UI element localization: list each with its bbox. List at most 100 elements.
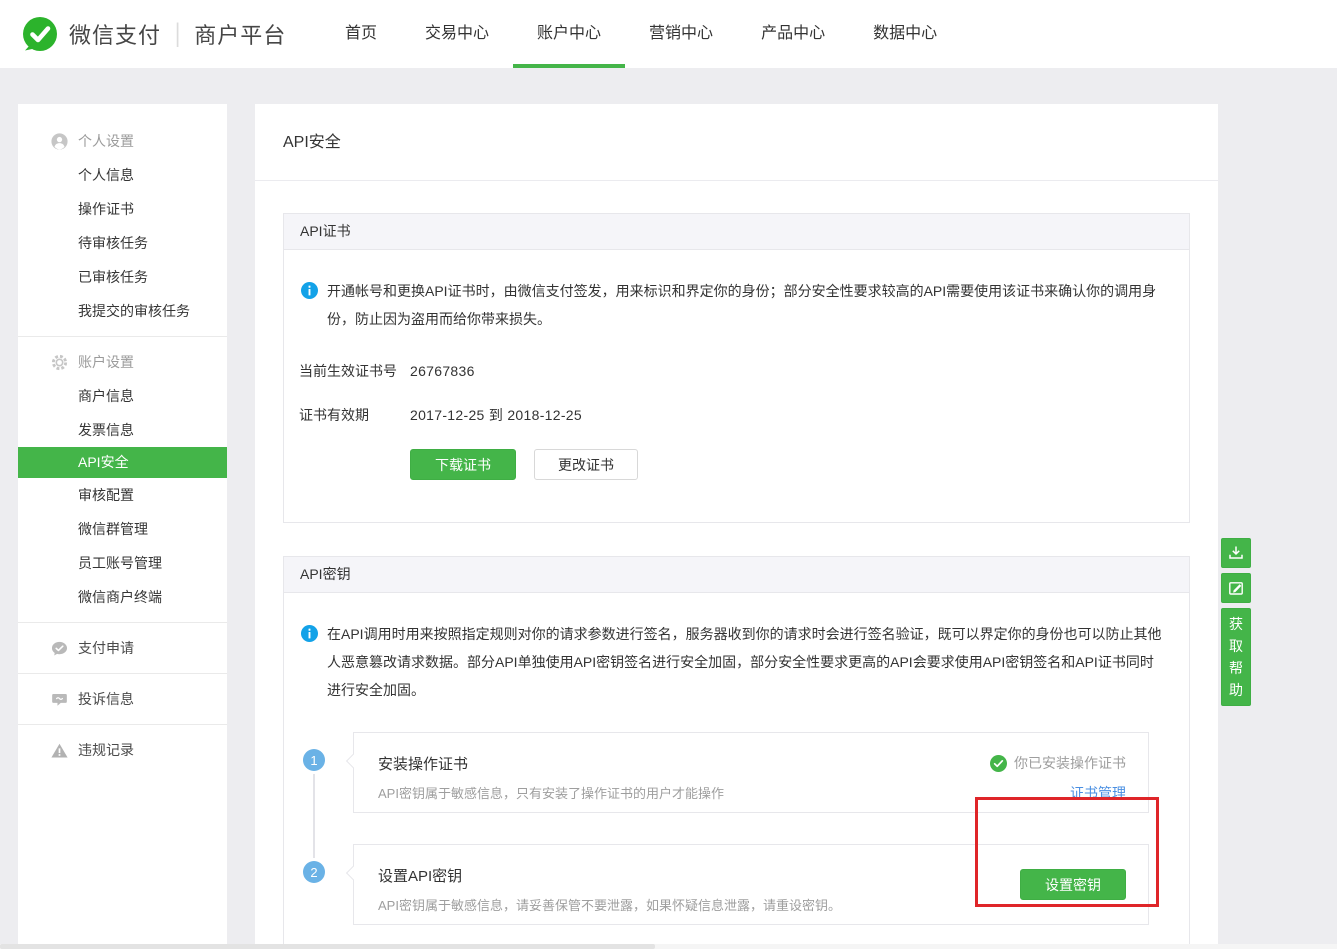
sidebar-item-review-config[interactable]: 审核配置 <box>18 478 227 512</box>
main-panel: API安全 API证书 开通帐号和更换API证书时，由微信支付签发，用来标识和界… <box>255 104 1218 944</box>
cert-validity-label: 证书有效期 <box>299 405 410 425</box>
step-2-badge: 2 <box>303 861 325 883</box>
sidebar-item-wechat-group-mgmt[interactable]: 微信群管理 <box>18 512 227 546</box>
step-1-desc: API密钥属于敏感信息，只有安装了操作证书的用户才能操作 <box>378 783 724 802</box>
cert-buttons-row: 下载证书 更改证书 <box>410 449 1165 522</box>
cert-number-row: 当前生效证书号 26767836 <box>299 361 1165 381</box>
api-cert-card-title: API证书 <box>284 214 1189 250</box>
cert-info-text: 开通帐号和更换API证书时，由微信支付签发，用来标识和界定你的身份；部分安全性要… <box>327 277 1165 333</box>
sidebar-item-violation-records[interactable]: 违规记录 <box>18 733 227 767</box>
get-help-label: 获取帮助 <box>1229 613 1244 701</box>
cert-valid-to: 2018-12-25 <box>507 407 582 423</box>
sidebar-item-label: 支付申请 <box>78 638 134 658</box>
cert-number-label: 当前生效证书号 <box>299 361 410 381</box>
step-install-cert: 1 安装操作证书 API密钥属于敏感信息，只有安装了操作证书的用户才能操作 <box>303 732 1165 813</box>
sidebar-item-operation-cert[interactable]: 操作证书 <box>18 192 227 226</box>
sidebar-group-personal-settings: 个人设置 <box>18 124 227 158</box>
top-nav: 首页 交易中心 账户中心 营销中心 产品中心 数据中心 <box>321 0 961 68</box>
key-info-row: 在API调用时用来按照指定规则对你的请求参数进行签名，服务器收到你的请求时会进行… <box>299 620 1165 704</box>
step-1-side: 你已安装操作证书 证书管理 <box>990 753 1126 812</box>
nav-item-transaction-center[interactable]: 交易中心 <box>401 0 513 68</box>
api-cert-card-body: 开通帐号和更换API证书时，由微信支付签发，用来标识和界定你的身份；部分安全性要… <box>284 250 1189 522</box>
api-key-card-title: API密钥 <box>284 557 1189 593</box>
horizontal-scrollbar[interactable] <box>0 944 1337 949</box>
download-cert-button[interactable]: 下载证书 <box>410 449 516 480</box>
step-1-badge: 1 <box>303 749 325 771</box>
sidebar-group-account-settings: 账户设置 <box>18 345 227 379</box>
step-1-status: 你已安装操作证书 <box>990 753 1126 773</box>
sidebar-group-title: 个人设置 <box>78 131 134 151</box>
top-header: 微信支付 | 商户平台 首页 交易中心 账户中心 营销中心 产品中心 数据中心 <box>0 0 1337 68</box>
nav-item-home[interactable]: 首页 <box>321 0 401 68</box>
step-1-card: 安装操作证书 API密钥属于敏感信息，只有安装了操作证书的用户才能操作 <box>353 732 1149 813</box>
sidebar-divider <box>18 724 227 725</box>
step-2-side: 设置密钥 <box>1020 865 1126 924</box>
info-icon <box>301 625 318 642</box>
sidebar-divider <box>18 673 227 674</box>
sidebar-item-reviewed-tasks[interactable]: 已审核任务 <box>18 260 227 294</box>
sidebar-item-api-security[interactable]: API安全 <box>18 447 227 478</box>
gear-icon <box>51 354 68 371</box>
sidebar-divider <box>18 622 227 623</box>
chat-check-icon <box>51 640 68 657</box>
step-notch <box>346 866 360 880</box>
wechat-pay-logo-icon <box>22 16 58 52</box>
nav-item-marketing-center[interactable]: 营销中心 <box>625 0 737 68</box>
warning-icon <box>51 742 68 759</box>
horizontal-scrollbar-thumb[interactable] <box>0 944 655 949</box>
page-title: API安全 <box>255 104 1218 181</box>
step-1-main: 安装操作证书 API密钥属于敏感信息，只有安装了操作证书的用户才能操作 <box>378 753 724 812</box>
cert-manage-link[interactable]: 证书管理 <box>1070 783 1126 803</box>
api-key-card-body: 在API调用时用来按照指定规则对你的请求参数进行签名，服务器收到你的请求时会进行… <box>284 593 1189 944</box>
sidebar-item-merchant-info[interactable]: 商户信息 <box>18 379 227 413</box>
api-key-card: API密钥 在API调用时用来按照指定规则对你的请求参数进行签名，服务器收到你的… <box>283 556 1190 944</box>
cert-valid-from: 2017-12-25 <box>410 407 485 423</box>
info-icon <box>301 282 318 299</box>
sidebar-item-payment-application[interactable]: 支付申请 <box>18 631 227 665</box>
feedback-tool-button[interactable] <box>1221 573 1251 603</box>
sidebar: 个人设置 个人信息 操作证书 待审核任务 已审核任务 我提交的审核任务 账户设置… <box>18 104 227 944</box>
step-1-title: 安装操作证书 <box>378 753 724 774</box>
brand[interactable]: 微信支付 | 商户平台 <box>22 0 286 68</box>
step-2-desc: API密钥属于敏感信息，请妥善保管不要泄露，如果怀疑信息泄露，请重设密钥。 <box>378 895 841 914</box>
change-cert-button[interactable]: 更改证书 <box>534 449 638 480</box>
step-notch <box>346 754 360 768</box>
nav-item-account-center[interactable]: 账户中心 <box>513 0 625 68</box>
sidebar-item-my-submitted-tasks[interactable]: 我提交的审核任务 <box>18 294 227 328</box>
sidebar-item-wechat-merchant-terminal[interactable]: 微信商户终端 <box>18 580 227 614</box>
sidebar-item-invoice-info[interactable]: 发票信息 <box>18 413 227 447</box>
chat-bubble-icon <box>51 691 68 708</box>
step-1-status-text: 你已安装操作证书 <box>1014 753 1126 773</box>
floating-toolbar: 获取帮助 <box>1221 538 1251 706</box>
brand-product-name: 微信支付 <box>69 18 161 50</box>
sidebar-item-label: 违规记录 <box>78 740 134 760</box>
brand-platform-name: 商户平台 <box>194 18 286 50</box>
sidebar-group-title: 账户设置 <box>78 352 134 372</box>
cert-valid-word: 到 <box>489 407 503 423</box>
step-2-main: 设置API密钥 API密钥属于敏感信息，请妥善保管不要泄露，如果怀疑信息泄露，请… <box>378 865 841 924</box>
check-circle-icon <box>990 755 1007 772</box>
edit-icon <box>1227 579 1245 597</box>
sidebar-item-personal-info[interactable]: 个人信息 <box>18 158 227 192</box>
download-tool-button[interactable] <box>1221 538 1251 568</box>
cert-validity-row: 证书有效期 2017-12-25 到 2018-12-25 <box>299 405 1165 425</box>
set-api-key-button[interactable]: 设置密钥 <box>1020 869 1126 900</box>
sidebar-item-label: 投诉信息 <box>78 689 134 709</box>
key-info-text: 在API调用时用来按照指定规则对你的请求参数进行签名，服务器收到你的请求时会进行… <box>327 620 1165 704</box>
cert-validity-value: 2017-12-25 到 2018-12-25 <box>410 405 582 425</box>
sidebar-item-pending-review-tasks[interactable]: 待审核任务 <box>18 226 227 260</box>
cert-info-row: 开通帐号和更换API证书时，由微信支付签发，用来标识和界定你的身份；部分安全性要… <box>299 277 1165 333</box>
api-cert-card: API证书 开通帐号和更换API证书时，由微信支付签发，用来标识和界定你的身份；… <box>283 213 1190 523</box>
sidebar-item-complaint-info[interactable]: 投诉信息 <box>18 682 227 716</box>
nav-item-product-center[interactable]: 产品中心 <box>737 0 849 68</box>
get-help-button[interactable]: 获取帮助 <box>1221 608 1251 706</box>
key-steps: 1 安装操作证书 API密钥属于敏感信息，只有安装了操作证书的用户才能操作 <box>299 732 1165 944</box>
step-set-api-key: 2 设置API密钥 API密钥属于敏感信息，请妥善保管不要泄露，如果怀疑信息泄露… <box>303 844 1165 925</box>
brand-separator: | <box>175 19 180 49</box>
cert-number-value: 26767836 <box>410 363 475 379</box>
nav-item-data-center[interactable]: 数据中心 <box>849 0 961 68</box>
step-2-card: 设置API密钥 API密钥属于敏感信息，请妥善保管不要泄露，如果怀疑信息泄露，请… <box>353 844 1149 925</box>
download-icon <box>1227 544 1245 562</box>
user-icon <box>51 133 68 150</box>
sidebar-item-staff-account-mgmt[interactable]: 员工账号管理 <box>18 546 227 580</box>
